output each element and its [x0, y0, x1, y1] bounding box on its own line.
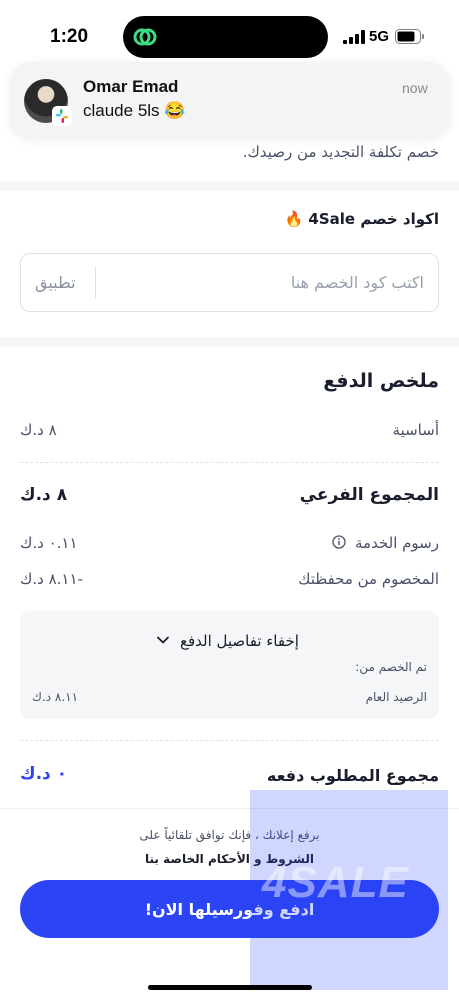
promo-divider — [95, 267, 96, 299]
service-fee-value: ٠.١١ د.ك — [20, 534, 78, 552]
basic-label: أساسية — [392, 421, 439, 439]
basic-value: ٨ د.ك — [20, 421, 57, 439]
notification-time: now — [402, 80, 428, 96]
general-balance-label: الرصيد العام — [365, 690, 427, 704]
hide-details-toggle[interactable]: إخفاء تفاصيل الدفع — [180, 632, 299, 650]
apply-button[interactable]: تطبيق — [35, 273, 76, 292]
total-due-label: مجموع المطلوب دفعه — [266, 766, 439, 785]
chevron-down-icon[interactable] — [156, 633, 170, 647]
wallet-deduction-value: -٨.١١ د.ك — [20, 570, 83, 588]
general-balance-value: ٨.١١ د.ك — [32, 690, 79, 704]
section-divider — [0, 337, 459, 347]
deducted-from-label: تم الخصم من: — [355, 660, 427, 674]
watermark-logo: 4SALE — [262, 858, 409, 907]
notification-message: claude 5ls 😂 — [83, 101, 186, 120]
section-divider — [0, 181, 459, 191]
dashed-divider — [20, 740, 439, 741]
subtotal-value: ٨ د.ك — [20, 485, 68, 505]
total-due-value: ٠ د.ك — [20, 764, 68, 784]
dashed-divider — [20, 462, 439, 463]
battery-icon — [395, 29, 424, 44]
summary-title: ملخص الدفع — [323, 370, 439, 392]
wallet-deduction-label: المخصوم من محفظتك — [298, 570, 439, 588]
link-rings-icon — [133, 28, 157, 46]
status-time: 1:20 — [50, 26, 89, 47]
promo-code-input[interactable]: اكتب كود الخصم هنا — [291, 273, 424, 292]
info-icon[interactable] — [332, 535, 346, 549]
subtotal-label: المجموع الفرعي — [299, 485, 439, 505]
service-fee-label: رسوم الخدمة — [355, 534, 439, 552]
renewal-notice: خصم تكلفة التجديد من رصيدك. — [242, 143, 439, 161]
notification-banner[interactable] — [10, 62, 450, 138]
notification-sender: Omar Emad — [83, 77, 179, 96]
signal-bars-icon — [343, 30, 365, 44]
home-indicator[interactable] — [148, 985, 312, 990]
slack-icon — [52, 106, 72, 126]
promo-title: اكواد خصم 4Sale 🔥 — [284, 210, 440, 228]
network-type: 5G — [369, 28, 390, 45]
